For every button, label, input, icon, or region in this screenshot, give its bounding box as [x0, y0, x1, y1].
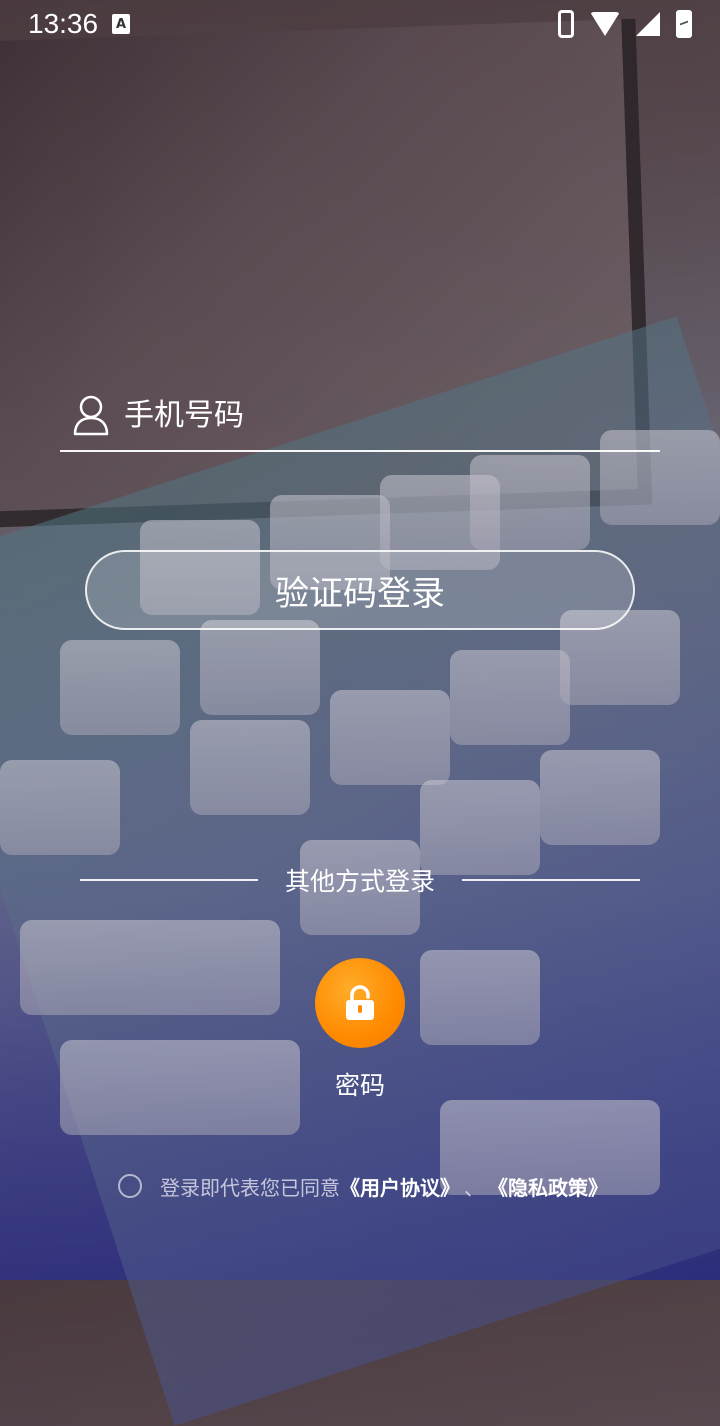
- agreement-row: 登录即代表您已同意 《用户协议》 、 《隐私政策》: [118, 1170, 608, 1202]
- privacy-policy-link[interactable]: 《隐私政策》: [488, 1172, 608, 1201]
- password-login-label: 密码: [334, 1071, 385, 1100]
- background-key: [60, 1040, 300, 1135]
- agreement-separator: 、: [464, 1175, 484, 1200]
- notification-a-icon: A: [112, 14, 131, 34]
- user-icon: [73, 395, 109, 436]
- user-agreement-link[interactable]: 《用户协议》: [340, 1172, 460, 1201]
- wifi-icon: [590, 12, 620, 36]
- background-key: [420, 950, 540, 1045]
- status-bar: 13:36 A: [0, 0, 720, 48]
- background-key: [330, 690, 450, 785]
- background-key: [190, 720, 310, 815]
- background-key: [60, 640, 180, 735]
- divider-line-left: [80, 879, 258, 881]
- agreement-prefix: 登录即代表您已同意: [160, 1175, 340, 1200]
- background-key: [450, 650, 570, 745]
- lock-icon: [346, 985, 374, 1020]
- battery-charging-icon: [676, 10, 692, 38]
- background-key: [20, 920, 280, 1015]
- phone-input[interactable]: [122, 396, 626, 434]
- other-login-title: 其他方式登录: [284, 867, 435, 896]
- password-login-button[interactable]: [315, 958, 405, 1048]
- background-key: [470, 455, 590, 550]
- signal-icon: [636, 12, 660, 36]
- background-key: [200, 620, 320, 715]
- other-login-divider: 其他方式登录: [80, 860, 640, 900]
- status-time: 13:36: [28, 8, 99, 39]
- background-key: [0, 760, 120, 855]
- phone-icon: [558, 10, 574, 38]
- background-key: [540, 750, 660, 845]
- agreement-checkbox[interactable]: [118, 1174, 142, 1198]
- divider-line-right: [461, 879, 640, 881]
- phone-field[interactable]: [60, 380, 660, 452]
- password-login-option[interactable]: 密码: [305, 958, 415, 1102]
- sms-login-button[interactable]: 验证码登录: [85, 550, 635, 630]
